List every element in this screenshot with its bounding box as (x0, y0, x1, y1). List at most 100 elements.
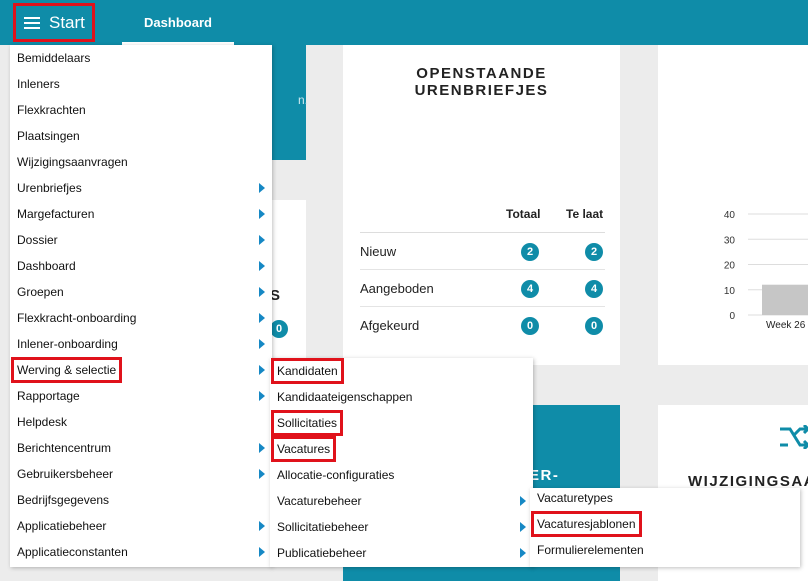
menu-item-label: Groepen (17, 285, 64, 299)
teal-card-text: n. (298, 93, 309, 107)
start-menu-button[interactable]: Start (13, 3, 95, 42)
menu-item-label: Margefacturen (17, 207, 95, 221)
start-menu: Bemiddelaars Inleners Flexkrachten Plaatsin… (10, 45, 272, 567)
menu-item-wijzigingsaanvragen[interactable]: Wijzigingsaanvragen (10, 149, 272, 175)
x-tick-label: Week 26 (766, 320, 806, 331)
late-badge[interactable]: 0 (585, 317, 603, 335)
menu-item-label: Formulierelementen (537, 543, 644, 557)
submenu-arrow-icon (259, 443, 265, 453)
menu-item-vacaturesjablonen[interactable]: Vacaturesjablonen (530, 511, 800, 537)
menu-item-flexkrachten[interactable]: Flexkrachten (10, 97, 272, 123)
menu-item-vacaturebeheer[interactable]: Vacaturebeheer (270, 488, 533, 514)
menu-item-helpdesk[interactable]: Helpdesk (10, 409, 272, 435)
menu-item-kandidaateigenschappen[interactable]: Kandidaateigenschappen (270, 384, 533, 410)
chart-bar[interactable] (762, 284, 808, 315)
submenu-vacaturebeheer: Vacaturetypes Vacaturesjablonen Formuliere… (530, 488, 800, 567)
menu-item-urenbriefjes[interactable]: Urenbriefjes (10, 175, 272, 201)
submenu-arrow-icon (259, 391, 265, 401)
submenu-arrow-icon (259, 183, 265, 193)
y-tick-label: 30 (724, 235, 736, 246)
total-badge[interactable]: 0 (521, 317, 539, 335)
menu-item-label: Bemiddelaars (17, 51, 91, 65)
menu-item-label: Bedrijfsgegevens (17, 493, 110, 507)
card-title-line1: OPENSTAANDE (416, 65, 547, 82)
row-label: Nieuw (360, 244, 397, 259)
y-tick-label: 40 (724, 210, 736, 221)
menu-item-label: Inlener-onboarding (17, 337, 118, 351)
card-middle-left-badge: 0 (270, 320, 288, 338)
menu-item-label: Applicatieconstanten (17, 545, 128, 559)
menu-item-vacatures[interactable]: Vacatures (270, 436, 533, 462)
menu-item-groepen[interactable]: Groepen (10, 279, 272, 305)
menu-item-kandidaten[interactable]: Kandidaten (270, 358, 533, 384)
menu-item-label: Kandidaten (271, 358, 344, 384)
menu-item-label: Gebruikersbeheer (17, 467, 114, 481)
submenu-arrow-icon (259, 313, 265, 323)
submenu-werving-selectie: Kandidaten Kandidaateigenschappen Sollicit… (270, 358, 533, 567)
menu-item-gebruikersbeheer[interactable]: Gebruikersbeheer (10, 461, 272, 487)
late-badge[interactable]: 4 (585, 280, 603, 298)
menu-item-allocatie-configuraties[interactable]: Allocatie-configuraties (270, 462, 533, 488)
menu-item-publicatiebeheer[interactable]: Publicatiebeheer (270, 540, 533, 566)
menu-item-label: Plaatsingen (17, 129, 80, 143)
table-header: Totaal Te laat (360, 195, 605, 233)
menu-item-label: Flexkrachten (17, 103, 86, 117)
menu-item-label: Wijzigingsaanvragen (17, 155, 128, 169)
menu-item-label: Publicatiebeheer (277, 546, 367, 560)
menu-item-applicatiebeheer[interactable]: Applicatiebeheer (10, 513, 272, 539)
menu-item-label: Vacaturetypes (537, 491, 613, 505)
menu-item-sollicitatiebeheer[interactable]: Sollicitatiebeheer (270, 514, 533, 540)
menu-item-label: Allocatie-configuraties (277, 468, 395, 482)
tab-dashboard[interactable]: Dashboard (122, 0, 234, 45)
submenu-arrow-icon (259, 521, 265, 531)
table-row[interactable]: Nieuw 2 2 (360, 233, 605, 270)
swap-arrows-icon (780, 425, 808, 449)
menu-item-label: Kandidaateigenschappen (277, 390, 413, 404)
chart-card: 40 30 20 10 0 Week 26 (658, 45, 808, 365)
submenu-arrow-icon (259, 547, 265, 557)
submenu-arrow-icon (259, 209, 265, 219)
menu-item-werving-en-selectie[interactable]: Werving & selectie (10, 357, 272, 383)
menu-item-label: Flexkracht-onboarding (17, 311, 137, 325)
bar-chart: 40 30 20 10 0 Week 26 (724, 210, 808, 331)
menu-item-plaatsingen[interactable]: Plaatsingen (10, 123, 272, 149)
menu-item-vacaturetypes[interactable]: Vacaturetypes (530, 485, 800, 511)
menu-item-label: Helpdesk (17, 415, 68, 429)
table-row[interactable]: Afgekeurd 0 0 (360, 307, 605, 344)
menu-item-inlener-onboarding[interactable]: Inlener-onboarding (10, 331, 272, 357)
submenu-arrow-icon (259, 261, 265, 271)
menu-item-berichtencentrum[interactable]: Berichtencentrum (10, 435, 272, 461)
top-bar: Start Dashboard (0, 0, 808, 45)
menu-item-rapportage[interactable]: Rapportage (10, 383, 272, 409)
menu-item-inleners[interactable]: Inleners (10, 71, 272, 97)
menu-item-dashboard[interactable]: Dashboard (10, 253, 272, 279)
menu-item-sollicitaties[interactable]: Sollicitaties (270, 410, 533, 436)
late-badge[interactable]: 2 (585, 243, 603, 261)
menu-item-label: Dossier (17, 233, 58, 247)
teal-card-bottom-title: ER- (529, 467, 560, 484)
total-badge[interactable]: 4 (521, 280, 539, 298)
card-open-urenbriefjes: OPENSTAANDE URENBRIEFJES Totaal Te laat … (343, 45, 620, 365)
col-header-total: Totaal (506, 207, 541, 221)
menu-item-dossier[interactable]: Dossier (10, 227, 272, 253)
submenu-arrow-icon (259, 365, 265, 375)
menu-item-margefacturen[interactable]: Margefacturen (10, 201, 272, 227)
y-tick-label: 10 (724, 286, 736, 297)
menu-item-formulierelementen[interactable]: Formulierelementen (530, 537, 800, 563)
menu-item-label: Sollicitaties (270, 410, 344, 436)
menu-item-flexkracht-onboarding[interactable]: Flexkracht-onboarding (10, 305, 272, 331)
menu-item-label: Vacaturebeheer (277, 494, 362, 508)
menu-item-label: Berichtencentrum (17, 441, 112, 455)
hamburger-icon (24, 16, 40, 29)
menu-item-bedrijfsgegevens[interactable]: Bedrijfsgegevens (10, 487, 272, 513)
menu-item-label: Vacaturesjablonen (531, 511, 642, 537)
table-row[interactable]: Aangeboden 4 4 (360, 270, 605, 307)
card-title-line2: URENBRIEFJES (414, 82, 549, 99)
menu-item-applicatieconstanten[interactable]: Applicatieconstanten (10, 539, 272, 565)
submenu-arrow-icon (520, 496, 526, 506)
total-badge[interactable]: 2 (521, 243, 539, 261)
start-label: Start (49, 12, 85, 32)
y-tick-label: 0 (729, 311, 735, 322)
menu-item-bemiddelaars[interactable]: Bemiddelaars (10, 45, 272, 71)
col-header-late: Te laat (566, 207, 604, 221)
